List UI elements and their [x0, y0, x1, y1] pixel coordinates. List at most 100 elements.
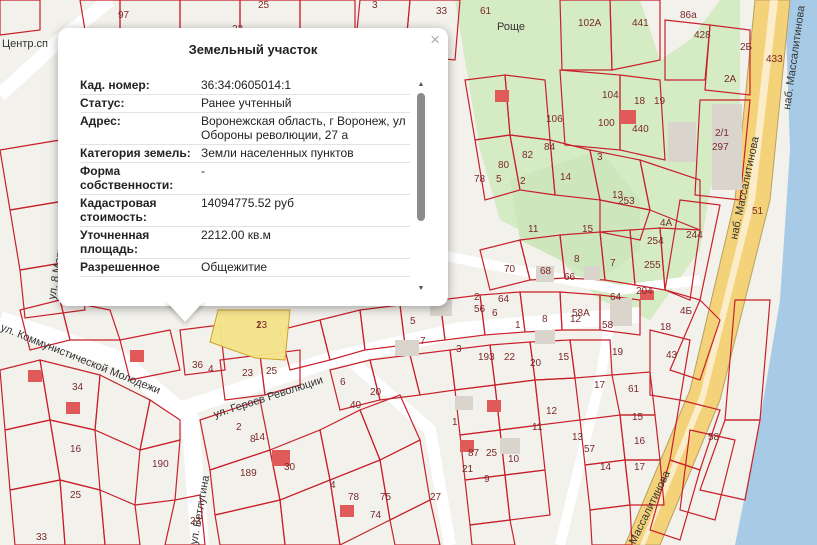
attribute-row: Уточненная площадь: 2212.00 кв.м [80, 226, 410, 259]
parcel-number: 33 [36, 532, 48, 543]
attribute-key: Адрес: [80, 112, 201, 145]
parcel-number: 13 [572, 432, 584, 443]
parcel-number: 75 [380, 492, 392, 503]
parcel-number: 1 [515, 320, 521, 331]
parcel-number: 33 [436, 6, 448, 17]
parcel-number: 66 [564, 272, 576, 283]
parcel-number: 2А [724, 74, 737, 85]
parcel-number: 7 [610, 258, 616, 269]
arrow-up-icon[interactable]: ▲ [416, 81, 426, 89]
parcel-number: 11 [532, 422, 543, 433]
parcel-number: 6 [340, 377, 346, 388]
parcel-number: 4 [208, 364, 214, 375]
parcel-number: 3 [597, 152, 603, 163]
parcel-number: 440 [632, 124, 649, 135]
parcel-number: 17 [594, 380, 606, 391]
parcel-number: 189 [240, 468, 257, 479]
parcel-number: 11 [528, 224, 539, 235]
attribute-row: Кадастровая стоимость: 14094775.52 руб [80, 194, 410, 227]
parcel-number: 4А [660, 218, 673, 229]
parcel-number: 70 [504, 264, 516, 275]
parcel-number: 104 [602, 90, 619, 101]
parcel-number: 13 [612, 190, 624, 201]
attribute-value: Общежитие [201, 258, 410, 277]
parcel-number: 8 [574, 254, 580, 265]
parcel-number: 16 [70, 444, 82, 455]
attribute-key: Кад. номер: [80, 77, 201, 95]
road [346, 355, 456, 545]
parcel-number: 74 [370, 510, 382, 521]
parcel-info-popup[interactable]: × Земельный участок Кад. номер: 36:34:060… [58, 28, 448, 306]
parcel-number: 19 [654, 96, 666, 107]
attribute-value: - [201, 162, 410, 195]
parcel-number: 14 [600, 462, 612, 473]
parcel-number: 2 [520, 176, 526, 187]
scroll-thumb[interactable] [417, 93, 425, 221]
attribute-key: Кадастровая стоимость: [80, 194, 201, 227]
parcel-number: 433 [766, 54, 783, 65]
attribute-row: Форма собственности: - [80, 162, 410, 195]
parcel-number: 23 [190, 516, 202, 527]
parcel-number: 2Б [740, 42, 753, 53]
parcel-number: 5 [496, 174, 502, 185]
parcel-number: 2 [474, 292, 480, 303]
selected-parcel[interactable] [209, 309, 291, 361]
parcel-number: 25 [486, 448, 498, 459]
parcel-number: 78 [474, 174, 486, 185]
parcel-number: 30 [284, 462, 296, 473]
attribute-key: Форма собственности: [80, 162, 201, 195]
parcel-number: 244 [686, 230, 703, 241]
parcel-number: 4 [330, 480, 336, 491]
parcel-number: 20 [530, 358, 542, 369]
popup-scrollbar[interactable]: ▲ ▼ [416, 81, 426, 293]
parcel-number: 25 [266, 366, 278, 377]
parcel-number: 18 [634, 96, 646, 107]
parcel-number: 14 [560, 172, 572, 183]
parcel-number: 27 [430, 492, 442, 503]
parcel-number: 193 [478, 352, 495, 363]
parcel-number: 9 [484, 474, 490, 485]
parcel-number: 21 [462, 464, 474, 475]
parcel-number: 84 [544, 142, 556, 153]
parcel-number: 254 [647, 236, 664, 247]
parcel-number: 255 [644, 260, 661, 271]
attribute-key: Категория земель: [80, 144, 201, 163]
parcel-number: 64 [610, 292, 622, 303]
parcel-number: 17 [634, 462, 646, 473]
arrow-down-icon[interactable]: ▼ [416, 285, 426, 293]
popup-title: Земельный участок [188, 42, 318, 57]
parcel-number: 58 [602, 320, 614, 331]
parcel-number: 100 [598, 118, 615, 129]
attribute-value: Земли населенных пунктов [201, 144, 410, 163]
place-label: Роще [497, 21, 525, 33]
parcel-number: 14 [254, 432, 266, 443]
parcel-number: 7 [420, 336, 426, 347]
parcel-number: 34 [72, 382, 84, 393]
parcel-number: 23 [242, 368, 254, 379]
parcel-number: 428 [694, 30, 711, 41]
parcel-number: 78 [348, 492, 360, 503]
attribute-key: Разрешенное [80, 258, 201, 277]
parcel-number: 18 [660, 322, 672, 333]
parcel-number: 40 [350, 400, 362, 411]
parcel-number: 61 [480, 6, 492, 17]
parcel-number: 23 [256, 320, 268, 331]
parcel-number: 36 [192, 360, 204, 371]
parcel-number: 102А [578, 18, 602, 29]
parcel-number: 10 [508, 454, 520, 465]
popup-pointer [165, 300, 205, 322]
parcel-number: 82 [522, 150, 534, 161]
parcel-number: 58А [572, 308, 590, 319]
parcel-number: 19 [612, 347, 624, 358]
parcel-number: 16 [634, 436, 646, 447]
attribute-value: 14094775.52 руб [201, 194, 410, 227]
attribute-row: Категория земель: Земли населенных пункто… [80, 144, 410, 163]
attribute-row: Статус: Ранее учтенный [80, 94, 410, 113]
popup-body[interactable]: Кад. номер: 36:34:0605014:1 Статус: Ранее у… [80, 77, 410, 293]
parcel-number: 68 [540, 266, 552, 277]
place-label: Центр.сп [2, 38, 48, 50]
parcel-number: 57 [584, 444, 596, 455]
parcel-number: 43 [666, 350, 678, 361]
parcel-number: 25 [258, 0, 270, 11]
attribute-key: Уточненная площадь: [80, 226, 201, 259]
